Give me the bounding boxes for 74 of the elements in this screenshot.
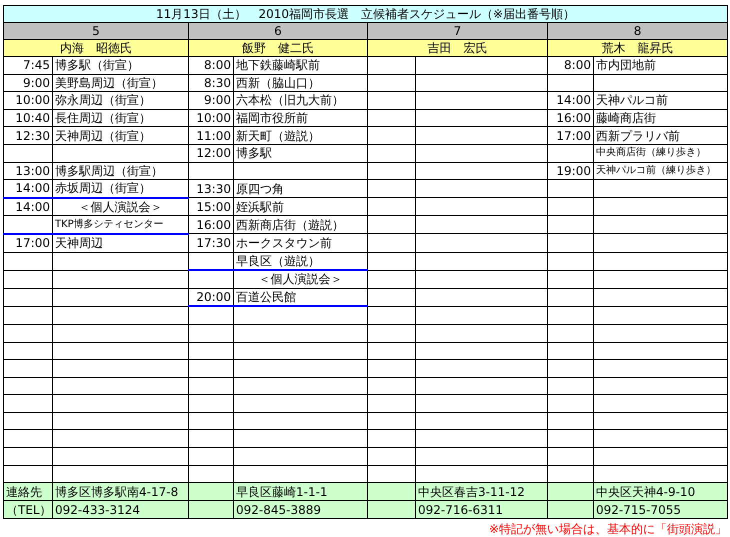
time-cell: 9:00 [188, 92, 234, 110]
time-cell: 11:00 [188, 126, 234, 144]
time-cell: 17:00 [4, 234, 52, 252]
contact-value: 早良区藤崎1-1-1 [234, 482, 368, 501]
candidate-name: 内海 昭徳氏 [4, 40, 188, 56]
place-cell: 天神周辺 [52, 234, 188, 252]
time-cell: 14:00 [4, 198, 52, 216]
place-cell: 百道公民館 [234, 288, 368, 306]
contact-value: 092-716-6311 [416, 500, 548, 519]
place-cell: 福岡市役所前 [234, 109, 368, 127]
contact-label: （TEL） [4, 500, 52, 519]
place-cell: 弥永周辺（街宣） [52, 92, 188, 110]
place-cell: 博多駅周辺（街宣） [52, 162, 188, 180]
time-cell: 10:00 [188, 109, 234, 127]
contact-value: 中央区天神4-9-10 [594, 482, 728, 501]
contact-label: 連絡先 [4, 482, 52, 501]
place-cell: 天神パルコ前（練り歩き） [594, 162, 728, 180]
place-cell: 天神パルコ前 [594, 92, 728, 110]
time-cell: 9:00 [4, 74, 52, 92]
place-cell: 市内団地前 [594, 56, 728, 74]
time-cell: 14:00 [4, 180, 52, 198]
time-cell: 10:40 [4, 109, 52, 127]
place-cell: 六本松（旧九大前） [234, 92, 368, 110]
time-cell: 19:00 [548, 162, 594, 180]
place-cell: 西新（脇山口） [234, 74, 368, 92]
place-cell: 博多駅 [234, 144, 368, 162]
candidate-number: 6 [188, 22, 368, 40]
place-cell: 赤坂周辺（街宣） [52, 180, 188, 198]
candidate-number: 5 [4, 22, 188, 40]
place-cell: 新天町（遊説） [234, 126, 368, 144]
contact-value: 中央区春吉3-11-12 [416, 482, 548, 501]
time-cell: 17:00 [548, 126, 594, 144]
place-cell: ＜個人演説会＞ [234, 270, 368, 288]
time-cell: 16:00 [188, 216, 234, 234]
time-cell: 7:45 [4, 56, 52, 74]
time-cell: 20:00 [188, 288, 234, 306]
place-cell: 中央商店街（練り歩き） [594, 144, 728, 162]
place-cell: 地下鉄藤崎駅前 [234, 56, 368, 74]
time-cell: 8:00 [188, 56, 234, 74]
place-cell: 早良区（遊説） [234, 252, 368, 270]
place-cell: 長住周辺（街宣） [52, 109, 188, 127]
footnote: ※特記が無い場合は、基本的に「街頭演説」 [488, 522, 727, 536]
time-cell: 14:00 [548, 92, 594, 110]
time-cell: 16:00 [548, 109, 594, 127]
candidate-name: 吉田 宏氏 [368, 40, 548, 56]
place-cell: ホークスタウン前 [234, 234, 368, 252]
place-cell: 原四つ角 [234, 180, 368, 198]
place-cell: 姪浜駅前 [234, 198, 368, 216]
contact-value: 092-715-7055 [594, 500, 728, 519]
time-cell: 15:00 [188, 198, 234, 216]
candidate-number: 8 [548, 22, 728, 40]
place-cell: ＜個人演説会＞ [52, 198, 188, 216]
time-cell: 12:00 [188, 144, 234, 162]
time-cell: 13:30 [188, 180, 234, 198]
candidate-name: 荒木 龍昇氏 [548, 40, 728, 56]
time-cell: 8:00 [548, 56, 594, 74]
place-cell: 博多駅（街宣） [52, 56, 188, 74]
candidate-number: 7 [368, 22, 548, 40]
place-cell: 西新商店街（遊説） [234, 216, 368, 234]
contact-value: 博多区博多駅南4-17-8 [52, 482, 188, 501]
place-cell: 西新プラリバ前 [594, 126, 728, 144]
time-cell: 10:00 [4, 92, 52, 110]
time-cell: 17:30 [188, 234, 234, 252]
place-cell: 藤崎商店街 [594, 109, 728, 127]
place-cell: 美野島周辺（街宣） [52, 74, 188, 92]
time-cell: 12:30 [4, 126, 52, 144]
time-cell: 13:00 [4, 162, 52, 180]
place-cell: TKP博多シティセンター [52, 216, 188, 234]
contact-value: 092-433-3124 [52, 500, 188, 519]
sheet-title: 11月13日（土） 2010福岡市長選 立候補者スケジュール（※届出番号順） [4, 6, 728, 22]
place-cell: 天神周辺（街宣） [52, 126, 188, 144]
time-cell: 8:30 [188, 74, 234, 92]
contact-value: 092-845-3889 [234, 500, 368, 519]
candidate-name: 飯野 健二氏 [188, 40, 368, 56]
